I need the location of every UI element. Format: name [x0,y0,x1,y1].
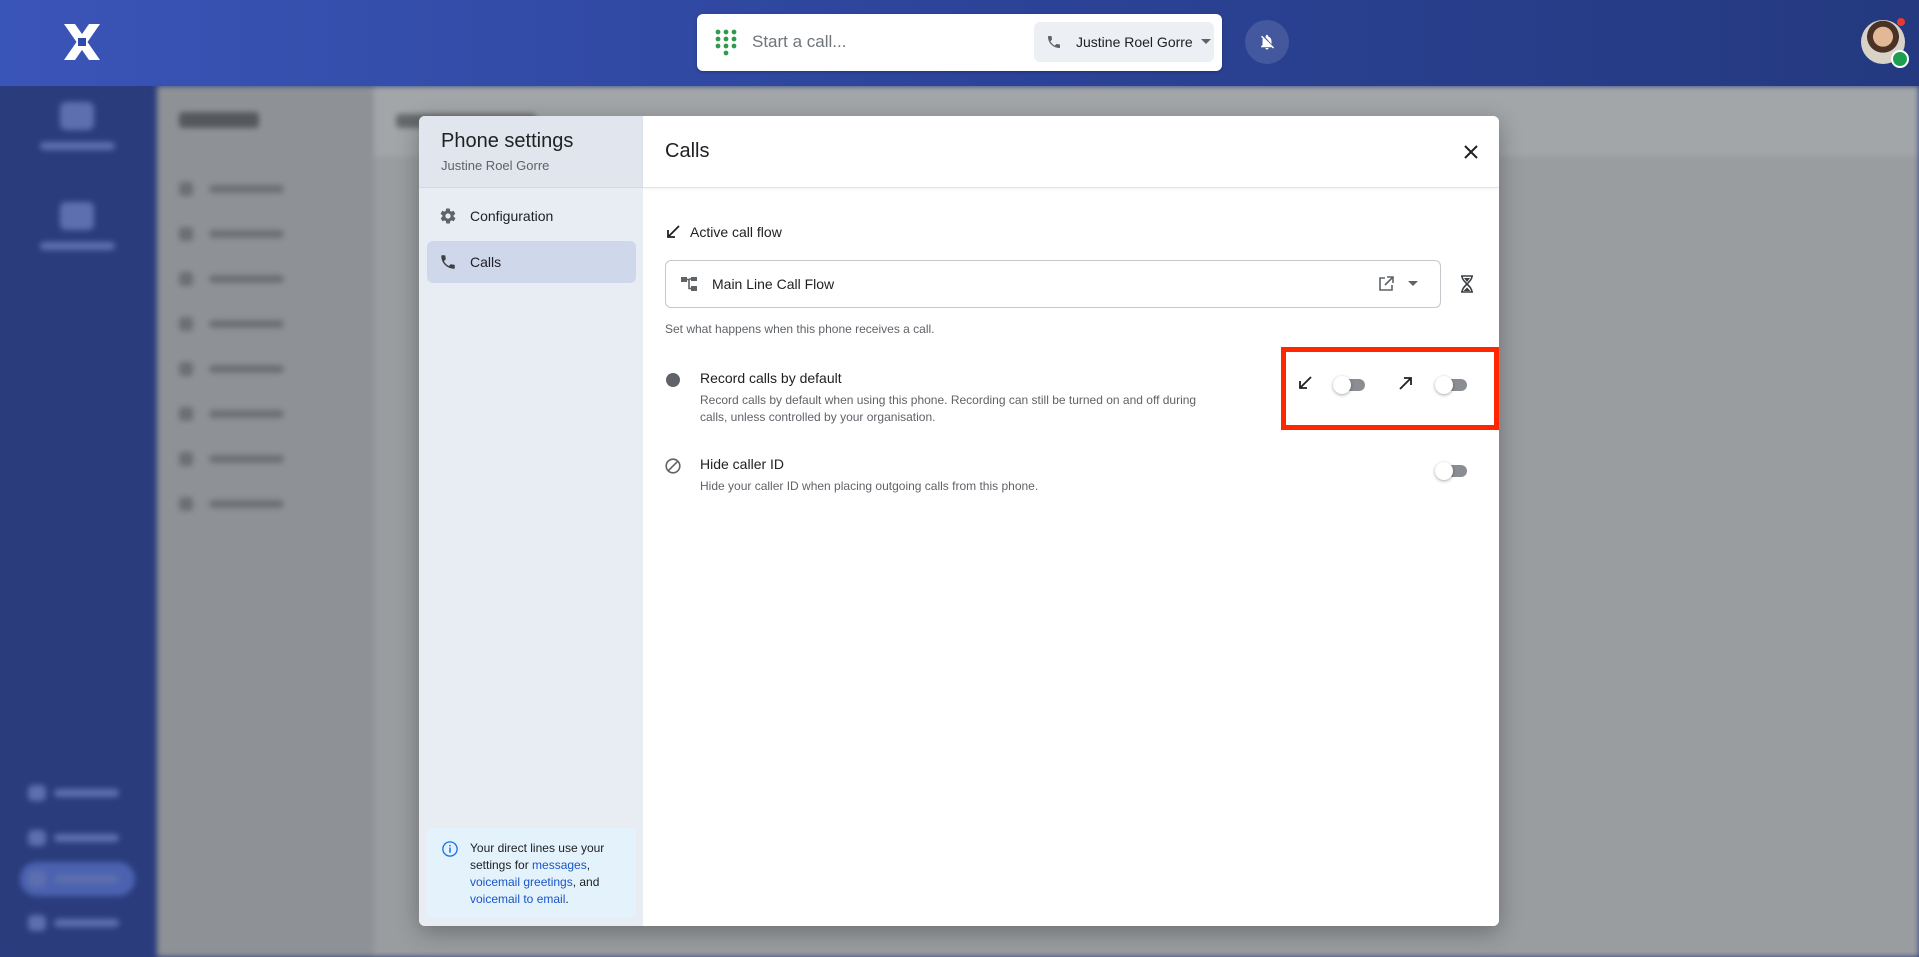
toggle-knob [1333,376,1351,394]
messages-link[interactable]: messages [532,858,587,872]
rail-item [20,862,135,896]
schedule-button[interactable] [1455,272,1479,296]
rail-item [20,776,135,810]
hourglass-icon [1461,275,1473,293]
call-flow-icon [681,277,697,291]
user-avatar[interactable] [1861,18,1909,68]
record-icon [666,373,680,387]
call-flow-label-row: Active call flow [665,224,782,240]
phone-icon [1048,36,1060,48]
call-search-input[interactable] [752,28,1022,56]
close-icon [1464,145,1478,159]
block-icon [665,458,681,474]
info-text-part: , [586,858,591,872]
top-bar: Justine Roel Gorre [0,0,1919,86]
info-icon [442,841,458,857]
voicemail-to-email-link[interactable]: voicemail to email [470,892,565,906]
settings-panel [157,86,374,957]
rail-item [20,821,135,855]
record-outgoing-toggle[interactable] [1435,376,1467,394]
nav-rail [0,86,157,957]
section-title: Calls [665,140,710,162]
record-calls-description: Record calls by default when using this … [700,393,1197,424]
call-flow-value: Main Line Call Flow [712,276,835,292]
record-calls-title: Record calls by default [700,370,842,386]
outgoing-call-arrow-icon [1399,377,1412,390]
nav-item-calls[interactable]: Calls [427,241,636,283]
phone-settings-dialog: Phone settings Justine Roel Gorre Config… [419,116,1499,926]
dialog-subtitle: Justine Roel Gorre [441,158,550,173]
chevron-down-icon [1200,39,1211,44]
record-incoming-toggle[interactable] [1333,376,1365,394]
do-not-disturb-button[interactable] [1245,20,1289,64]
nav-item-configuration[interactable]: Configuration [427,195,636,237]
hide-caller-id-toggle[interactable] [1435,462,1467,480]
gear-icon [440,208,456,224]
toggle-knob [1435,376,1453,394]
dialpad-icon[interactable] [715,29,737,57]
open-external-icon[interactable] [1377,275,1395,293]
dialog-title: Phone settings [441,130,574,152]
close-button[interactable] [1458,139,1484,165]
rail-item [20,906,135,940]
info-text-part: , and [572,875,600,889]
info-text: Your direct lines use your settings for … [470,840,630,908]
call-flow-select[interactable]: Main Line Call Flow [665,260,1441,308]
dialog-sidebar: Phone settings Justine Roel Gorre Config… [419,116,643,926]
hide-caller-id-title: Hide caller ID [700,456,785,472]
nav-item-label: Configuration [470,208,554,224]
incoming-call-arrow-icon [1299,376,1312,389]
hide-caller-id-description: Hide your caller ID when placing outgoin… [700,479,1039,493]
rail-item [30,194,125,264]
bell-off-icon [1261,34,1275,50]
info-text-part: . [565,892,569,906]
call-flow-hint: Set what happens when this phone receive… [665,322,935,336]
phone-selector-label: Justine Roel Gorre [1076,34,1193,50]
incoming-call-arrow-icon [667,225,680,238]
voicemail-greetings-link[interactable]: voicemail greetings [470,875,573,889]
call-flow-label: Active call flow [690,224,782,240]
rail-item [30,94,125,164]
content-header: Calls [643,116,1499,188]
toggle-knob [1435,462,1453,480]
dialog-sidebar-header: Phone settings Justine Roel Gorre [419,116,643,188]
phone-selector[interactable]: Justine Roel Gorre [1034,22,1214,62]
chevron-down-icon [1408,281,1418,286]
direct-lines-info: Your direct lines use your settings for … [427,828,636,918]
dialog-content: Calls Active call flow Main Line Call Fl… [643,116,1499,926]
phone-icon [441,255,455,269]
notification-dot [1897,18,1905,26]
nav-item-label: Calls [470,254,502,270]
app-logo[interactable] [60,20,104,64]
online-status-badge [1891,50,1909,68]
call-bar: Justine Roel Gorre [697,14,1222,71]
